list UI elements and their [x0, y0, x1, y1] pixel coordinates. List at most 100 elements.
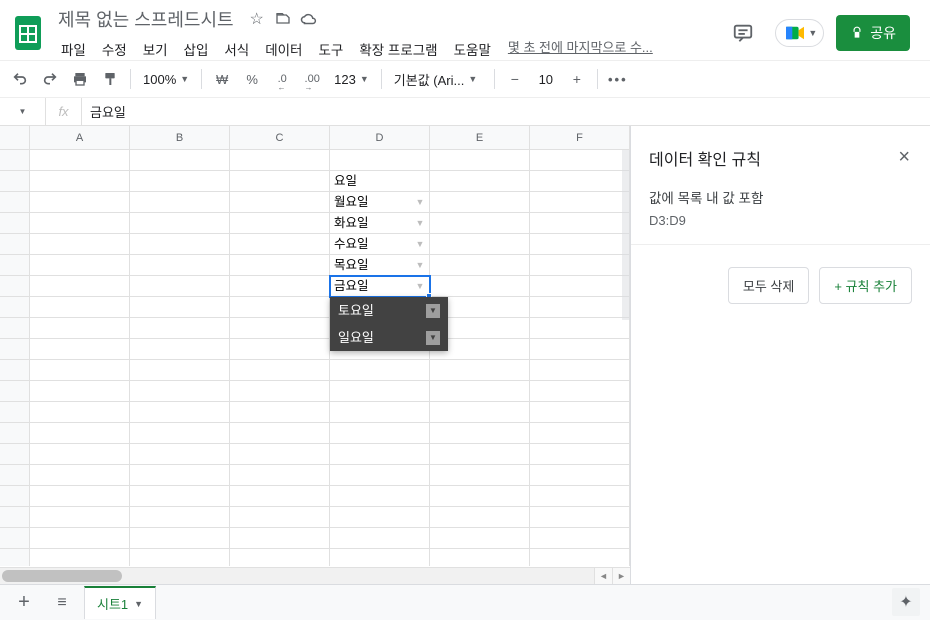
- increase-decimal-button[interactable]: .00→: [298, 65, 326, 93]
- font-dropdown[interactable]: 기본값 (Ari...▼: [388, 65, 488, 93]
- cell[interactable]: [530, 444, 630, 465]
- cell[interactable]: [430, 423, 530, 444]
- cell[interactable]: [130, 507, 230, 528]
- col-header-f[interactable]: F: [530, 126, 630, 149]
- dropdown-arrow-icon[interactable]: ▼: [413, 195, 427, 209]
- cell[interactable]: [330, 528, 430, 549]
- cell[interactable]: [530, 423, 630, 444]
- add-sheet-button[interactable]: +: [8, 588, 40, 618]
- cell[interactable]: [230, 402, 330, 423]
- horizontal-scrollbar[interactable]: [0, 567, 594, 584]
- col-header-e[interactable]: E: [430, 126, 530, 149]
- all-sheets-button[interactable]: ≡: [46, 588, 78, 618]
- cell[interactable]: [130, 486, 230, 507]
- cell[interactable]: [530, 507, 630, 528]
- decrease-decimal-button[interactable]: .0←: [268, 65, 296, 93]
- cell[interactable]: [230, 465, 330, 486]
- menu-help[interactable]: 도움말: [447, 36, 498, 62]
- cell[interactable]: [130, 213, 230, 234]
- cell[interactable]: [330, 150, 430, 171]
- cell[interactable]: 월요일▼: [330, 192, 430, 213]
- cell[interactable]: [430, 234, 530, 255]
- cell[interactable]: [530, 465, 630, 486]
- cell[interactable]: [230, 339, 330, 360]
- cell[interactable]: [530, 150, 630, 171]
- cell[interactable]: [330, 486, 430, 507]
- cell[interactable]: [430, 528, 530, 549]
- row-header[interactable]: [0, 465, 30, 486]
- cell[interactable]: [30, 339, 130, 360]
- cell[interactable]: [230, 507, 330, 528]
- cell[interactable]: [130, 276, 230, 297]
- row-header[interactable]: [0, 507, 30, 528]
- print-button[interactable]: [66, 65, 94, 93]
- row-header[interactable]: [0, 549, 30, 566]
- cell[interactable]: [330, 549, 430, 566]
- cell[interactable]: [530, 297, 630, 318]
- cell[interactable]: [30, 465, 130, 486]
- cell[interactable]: [230, 213, 330, 234]
- font-size-input[interactable]: 10: [531, 65, 561, 93]
- cell[interactable]: [30, 528, 130, 549]
- sheet-tab-1[interactable]: 시트1 ▼: [84, 586, 156, 619]
- cell[interactable]: [130, 528, 230, 549]
- cell[interactable]: [130, 255, 230, 276]
- validation-rule-item[interactable]: 값에 목록 내 값 포함 D3:D9: [631, 181, 930, 245]
- cell[interactable]: [30, 171, 130, 192]
- cell[interactable]: [430, 360, 530, 381]
- cell[interactable]: [430, 213, 530, 234]
- cell[interactable]: [130, 192, 230, 213]
- cell[interactable]: [530, 192, 630, 213]
- cell[interactable]: [530, 255, 630, 276]
- star-icon[interactable]: ☆: [248, 10, 266, 28]
- cell[interactable]: [30, 444, 130, 465]
- explore-button[interactable]: ✦: [892, 588, 920, 616]
- cloud-icon[interactable]: [300, 10, 318, 28]
- cell[interactable]: [430, 486, 530, 507]
- cell[interactable]: 목요일▼: [330, 255, 430, 276]
- cell[interactable]: 금요일▼토요일▼일요일▼: [330, 276, 430, 297]
- cell[interactable]: [530, 234, 630, 255]
- delete-all-button[interactable]: 모두 삭제: [728, 267, 809, 304]
- cell[interactable]: [130, 465, 230, 486]
- cell[interactable]: [230, 318, 330, 339]
- close-icon[interactable]: ×: [894, 142, 914, 173]
- cell[interactable]: [230, 423, 330, 444]
- undo-button[interactable]: [6, 65, 34, 93]
- cell[interactable]: [430, 444, 530, 465]
- cell[interactable]: [430, 276, 530, 297]
- cell[interactable]: [230, 549, 330, 566]
- row-header[interactable]: [0, 297, 30, 318]
- col-header-b[interactable]: B: [130, 126, 230, 149]
- menu-data[interactable]: 데이터: [258, 36, 309, 62]
- cell[interactable]: [30, 213, 130, 234]
- cell[interactable]: [30, 255, 130, 276]
- redo-button[interactable]: [36, 65, 64, 93]
- cell[interactable]: [530, 528, 630, 549]
- font-size-decrease[interactable]: −: [501, 65, 529, 93]
- formula-input[interactable]: [82, 104, 930, 119]
- cell[interactable]: [30, 150, 130, 171]
- zoom-dropdown[interactable]: 100%▼: [137, 65, 195, 93]
- menu-file[interactable]: 파일: [54, 36, 93, 62]
- last-edit-link[interactable]: 몇 초 전에 마지막으로 수...: [508, 37, 653, 56]
- cell[interactable]: [430, 549, 530, 566]
- cell[interactable]: [330, 444, 430, 465]
- row-header[interactable]: [0, 444, 30, 465]
- cell[interactable]: [130, 150, 230, 171]
- font-size-increase[interactable]: +: [563, 65, 591, 93]
- cell[interactable]: [30, 318, 130, 339]
- cell[interactable]: [130, 549, 230, 566]
- cell[interactable]: [430, 192, 530, 213]
- dropdown-option[interactable]: 일요일▼: [330, 324, 448, 351]
- cell[interactable]: [230, 276, 330, 297]
- cell[interactable]: [130, 423, 230, 444]
- menu-format[interactable]: 서식: [217, 36, 256, 62]
- doc-title[interactable]: 제목 없는 스프레드시트: [52, 4, 240, 34]
- spreadsheet-grid[interactable]: A B C D E F 요일월요일▼화요일▼수요일▼목요일▼금요일▼토요일▼일요…: [0, 126, 630, 584]
- cell[interactable]: [30, 192, 130, 213]
- row-header[interactable]: [0, 255, 30, 276]
- scroll-left-button[interactable]: ◄: [594, 568, 612, 584]
- percent-button[interactable]: %: [238, 65, 266, 93]
- row-header[interactable]: [0, 423, 30, 444]
